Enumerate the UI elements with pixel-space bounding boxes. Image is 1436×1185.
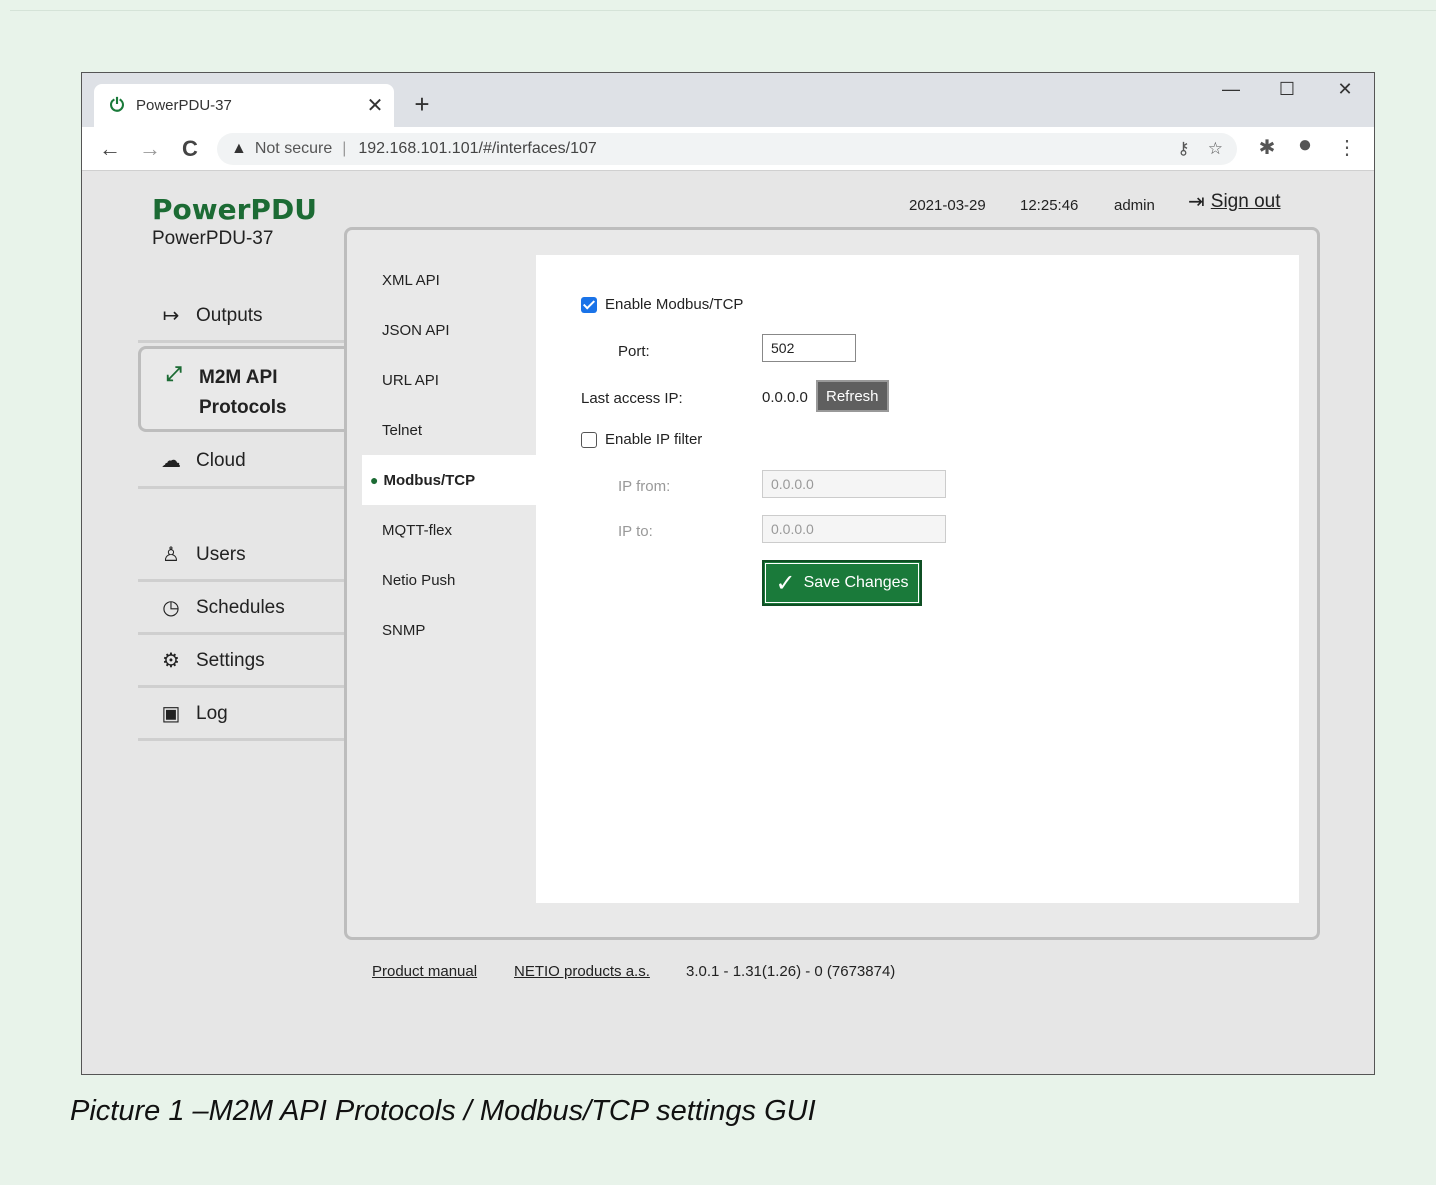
browser-toolbar: ← → C ▲ Not secure | 192.168.101.101/#/i… <box>82 127 1374 171</box>
subnav-item-netio-push[interactable]: Netio Push <box>362 555 537 605</box>
company-link[interactable]: NETIO products a.s. <box>514 963 650 980</box>
minimize-button[interactable]: — <box>1216 79 1246 100</box>
checkmark-icon: ✓ <box>775 569 796 597</box>
gear-icon: ⚙ <box>162 650 180 672</box>
last-access-ip-label: Last access IP: <box>581 390 683 407</box>
sidebar-item-schedules[interactable]: ◷ Schedules <box>138 583 344 635</box>
app-area: PowerPDU PowerPDU-37 2021-03-29 12:25:46… <box>82 171 1374 1074</box>
active-dot-icon: ● <box>370 472 379 488</box>
profile-icon[interactable]: ● <box>1292 131 1318 159</box>
forward-button[interactable]: → <box>138 136 162 162</box>
subnav-item-label: Modbus/TCP <box>383 471 476 489</box>
subnav-item-xml-api[interactable]: XML API <box>362 255 537 305</box>
save-changes-label: Save Changes <box>803 574 909 591</box>
sidebar-item-label: Outputs <box>196 304 263 326</box>
enable-ip-filter-label: Enable IP filter <box>605 431 703 448</box>
enable-ip-filter-row[interactable]: Enable IP filter <box>581 431 702 448</box>
subnav-item-telnet[interactable]: Telnet <box>362 405 537 455</box>
power-icon: ⏻ <box>109 95 125 115</box>
key-icon[interactable]: ⚷ <box>1177 139 1189 159</box>
label-line-2: Protocols <box>199 397 287 418</box>
ip-to-label: IP to: <box>618 523 653 540</box>
refresh-button[interactable]: Refresh <box>816 380 889 412</box>
browser-window: ⏻ PowerPDU-37 ✕ + — ☐ ✕ ← → C ▲ Not secu… <box>81 72 1375 1075</box>
tab-title: PowerPDU-37 <box>136 97 232 114</box>
main-panel: XML API JSON API URL API Telnet ● Modbus… <box>344 227 1320 940</box>
subnav-item-modbus-tcp[interactable]: ● Modbus/TCP <box>362 455 537 505</box>
sidebar-item-label: Users <box>196 543 246 565</box>
back-button[interactable]: ← <box>98 136 122 162</box>
tab-strip: ⏻ PowerPDU-37 ✕ + — ☐ ✕ <box>82 73 1374 127</box>
sidebar-item-label: Cloud <box>196 449 246 471</box>
arrow-right-icon: ↦ <box>162 305 180 327</box>
modbus-settings-form: Enable Modbus/TCP Port: Last access IP: … <box>536 255 1299 903</box>
enable-modbus-label: Enable Modbus/TCP <box>605 296 744 313</box>
brand-logo: PowerPDU <box>152 193 317 226</box>
device-name: PowerPDU-37 <box>152 228 274 249</box>
last-access-ip-value: 0.0.0.0 <box>762 389 808 406</box>
figure-caption: Picture 1 –M2M API Protocols / Modbus/TC… <box>70 1095 816 1127</box>
sidebar-item-cloud[interactable]: ☁ Cloud <box>138 435 344 489</box>
clock-icon: ◷ <box>162 597 180 619</box>
sidebar-item-users[interactable]: ♙ Users <box>138 530 344 582</box>
log-icon: ▣ <box>161 703 181 725</box>
star-icon[interactable]: ☆ <box>1208 139 1223 159</box>
tab-close-icon[interactable]: ✕ <box>366 93 384 118</box>
url-text[interactable]: 192.168.101.101/#/interfaces/107 <box>358 140 596 158</box>
m2m-icon: ⤢ <box>166 363 182 385</box>
sidebar-item-label: M2M API Protocols <box>199 363 287 423</box>
label-line-1: M2M API <box>199 367 278 388</box>
sidebar-item-log[interactable]: ▣ Log <box>138 689 344 741</box>
menu-icon[interactable]: ⋮ <box>1334 135 1360 160</box>
sidebar-item-outputs[interactable]: ↦ Outputs <box>138 291 344 343</box>
security-label: Not secure <box>254 140 333 157</box>
sidebar-item-label: Settings <box>196 649 265 671</box>
user-icon: ♙ <box>162 544 180 566</box>
browser-tab[interactable]: ⏻ PowerPDU-37 ✕ <box>94 84 394 127</box>
subnav-item-url-api[interactable]: URL API <box>362 355 537 405</box>
product-manual-link[interactable]: Product manual <box>372 963 477 980</box>
sidebar-item-label: Log <box>196 702 228 724</box>
address-bar[interactable]: ▲ Not secure | 192.168.101.101/#/interfa… <box>217 133 1237 165</box>
cloud-icon: ☁ <box>161 450 181 472</box>
username-display: admin <box>1114 197 1155 214</box>
subnav-item-snmp[interactable]: SNMP <box>362 605 537 655</box>
enable-ip-filter-checkbox[interactable] <box>581 431 597 448</box>
port-label: Port: <box>618 343 650 360</box>
sidebar-item-label: Schedules <box>196 596 285 618</box>
subnav-item-mqtt-flex[interactable]: MQTT-flex <box>362 505 537 555</box>
close-window-button[interactable]: ✕ <box>1330 79 1360 100</box>
date-display: 2021-03-29 <box>909 197 986 214</box>
sidebar-item-m2m-api-protocols[interactable]: ⤢ M2M API Protocols <box>138 346 350 432</box>
sign-out-link[interactable]: ⇥ Sign out <box>1188 189 1281 214</box>
maximize-button[interactable]: ☐ <box>1272 79 1302 100</box>
time-display: 12:25:46 <box>1020 197 1079 214</box>
new-tab-button[interactable]: + <box>410 89 434 120</box>
enable-modbus-checkbox[interactable] <box>581 296 597 313</box>
version-text: 3.0.1 - 1.31(1.26) - 0 (7673874) <box>686 963 896 980</box>
ip-from-label: IP from: <box>618 478 671 495</box>
ip-from-input[interactable] <box>762 470 946 498</box>
save-changes-button[interactable]: ✓ Save Changes <box>762 560 922 606</box>
sign-out-icon: ⇥ <box>1188 191 1205 213</box>
ip-to-input[interactable] <box>762 515 946 543</box>
subnav-item-json-api[interactable]: JSON API <box>362 305 537 355</box>
extensions-icon[interactable]: ✱ <box>1254 135 1280 160</box>
port-input[interactable] <box>762 334 856 362</box>
reload-button[interactable]: C <box>178 136 202 162</box>
sign-out-label: Sign out <box>1210 190 1281 212</box>
warning-icon: ▲ <box>231 140 247 157</box>
sidebar-item-settings[interactable]: ⚙ Settings <box>138 636 344 688</box>
omnibox-separator: | <box>342 140 347 157</box>
enable-modbus-row[interactable]: Enable Modbus/TCP <box>581 296 743 313</box>
